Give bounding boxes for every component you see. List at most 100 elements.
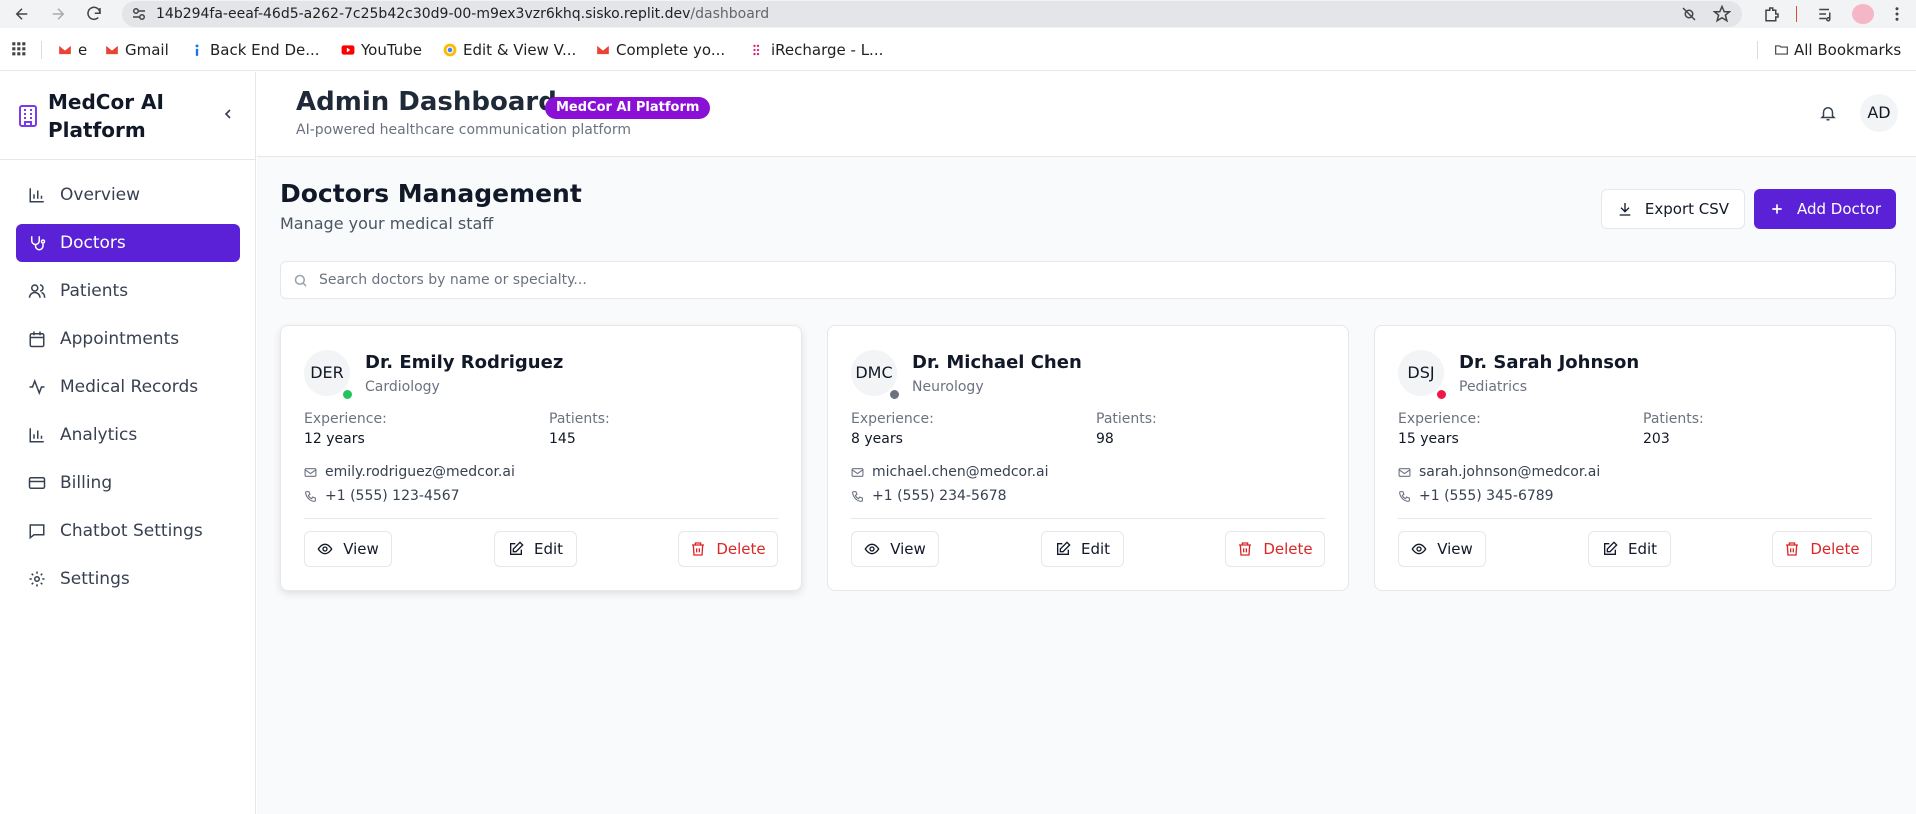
brand-name: MedCor AI Platform	[48, 90, 164, 142]
export-csv-button[interactable]: Export CSV	[1601, 189, 1745, 229]
delete-button[interactable]: Delete	[1225, 531, 1325, 567]
url-host: 14b294fa-eeaf-46d5-a262-7c25b42c30d9-00-…	[156, 6, 691, 22]
gmail-icon	[105, 43, 119, 57]
trash-icon	[1784, 541, 1800, 557]
menu-dots-icon[interactable]	[1888, 5, 1906, 23]
bookmark-item[interactable]: Back End De...	[190, 41, 320, 59]
bookmark-item[interactable]: e	[58, 41, 87, 59]
search-input[interactable]	[319, 270, 1879, 290]
sidebar-item-label: Appointments	[60, 329, 180, 349]
view-button[interactable]: View	[304, 531, 392, 567]
doctor-email: emily.rodriguez@medcor.ai	[304, 464, 515, 480]
section-subtitle: Manage your medical staff	[280, 214, 494, 233]
sidebar-item-label: Medical Records	[60, 377, 199, 397]
trash-icon	[690, 541, 706, 557]
site-info-icon[interactable]	[130, 5, 148, 23]
bookmark-separator	[1757, 41, 1758, 59]
card-divider	[304, 518, 778, 519]
experience-value: 15 years	[1398, 431, 1459, 447]
sidebar-item-label: Overview	[60, 185, 141, 205]
back-arrow-icon[interactable]	[13, 5, 31, 23]
edit-icon	[508, 541, 524, 557]
sidebar-item-patients[interactable]: Patients	[16, 272, 240, 310]
sidebar-item-medical-records[interactable]: Medical Records	[16, 368, 240, 406]
sidebar-item-doctors[interactable]: Doctors	[16, 224, 240, 262]
bookmark-item[interactable]: YouTube	[341, 41, 422, 59]
bookmark-separator	[41, 41, 42, 59]
sidebar-item-appointments[interactable]: Appointments	[16, 320, 240, 358]
mail-icon	[1398, 466, 1411, 479]
profile-avatar[interactable]	[1852, 4, 1874, 24]
experience-label: Experience:	[851, 411, 934, 427]
all-bookmarks[interactable]: All Bookmarks	[1774, 41, 1901, 59]
sidebar-item-billing[interactable]: Billing	[16, 464, 240, 502]
bar-chart-icon	[28, 186, 46, 204]
delete-label: Delete	[1810, 540, 1860, 558]
edit-button[interactable]: Edit	[1588, 531, 1671, 567]
doctor-card: DMC Dr. Michael Chen Neurology Experienc…	[827, 325, 1349, 591]
bell-icon[interactable]	[1819, 104, 1837, 122]
sidebar-item-settings[interactable]: Settings	[16, 560, 240, 598]
delete-button[interactable]: Delete	[1772, 531, 1872, 567]
brand: MedCor AI Platform	[0, 72, 256, 160]
bookmark-label: Complete yo...	[616, 41, 726, 59]
gmail-icon	[596, 43, 610, 57]
patients-label: Patients:	[1643, 411, 1704, 427]
patients-value: 98	[1096, 431, 1114, 447]
sidebar: MedCor AI Platform Overview Doctors Pati…	[0, 72, 256, 814]
sidebar-item-label: Doctors	[60, 233, 126, 253]
add-doctor-button[interactable]: Add Doctor	[1754, 189, 1896, 229]
credit-card-icon	[28, 474, 46, 492]
main-content: Doctors Management Manage your medical s…	[257, 157, 1916, 814]
sidebar-item-overview[interactable]: Overview	[16, 176, 240, 214]
search-icon	[293, 273, 308, 288]
edit-button[interactable]: Edit	[494, 531, 577, 567]
view-label: View	[890, 540, 926, 558]
email-text: michael.chen@medcor.ai	[872, 464, 1049, 480]
forward-arrow-icon[interactable]	[49, 5, 67, 23]
bookmark-item[interactable]: Gmail	[105, 41, 169, 59]
top-header: Admin Dashboard MedCor AI Platform AI-po…	[257, 72, 1916, 157]
doctor-name: Dr. Emily Rodriguez	[365, 352, 564, 373]
reload-icon[interactable]	[85, 5, 103, 23]
sidebar-item-label: Chatbot Settings	[60, 521, 203, 541]
experience-value: 12 years	[304, 431, 365, 447]
sidebar-item-analytics[interactable]: Analytics	[16, 416, 240, 454]
folder-icon	[1774, 43, 1788, 57]
doctor-email: michael.chen@medcor.ai	[851, 464, 1048, 480]
status-dot	[1435, 388, 1448, 401]
activity-icon	[28, 378, 46, 396]
phone-icon	[1398, 490, 1411, 503]
delete-button[interactable]: Delete	[678, 531, 778, 567]
users-icon	[28, 282, 46, 300]
phone-text: +1 (555) 234-5678	[872, 488, 1007, 504]
bookmark-item[interactable]: Complete yo...	[596, 41, 725, 59]
youtube-icon	[341, 43, 355, 57]
view-button[interactable]: View	[1398, 531, 1486, 567]
eye-icon	[1411, 541, 1427, 557]
url-text[interactable]: 14b294fa-eeaf-46d5-a262-7c25b42c30d9-00-…	[156, 6, 769, 22]
page-subtitle: AI-powered healthcare communication plat…	[296, 122, 631, 138]
view-label: View	[1437, 540, 1473, 558]
view-button[interactable]: View	[851, 531, 939, 567]
sidebar-item-label: Settings	[60, 569, 130, 589]
bookmark-item[interactable]: iRecharge - L...	[751, 41, 883, 59]
patients-value: 203	[1643, 431, 1670, 447]
doctor-name: Dr. Michael Chen	[912, 352, 1082, 373]
apps-grid-icon[interactable]	[11, 41, 26, 56]
sidebar-item-chatbot-settings[interactable]: Chatbot Settings	[16, 512, 240, 550]
tracking-off-icon[interactable]	[1680, 5, 1698, 23]
bookmark-item[interactable]: Edit & View V...	[443, 41, 576, 59]
chevron-left-icon[interactable]	[220, 106, 236, 122]
status-dot	[341, 388, 354, 401]
media-queue-icon[interactable]	[1817, 5, 1835, 23]
bookmark-label: e	[78, 41, 88, 59]
toolbar-separator	[1796, 6, 1797, 22]
doctor-card: DER Dr. Emily Rodriguez Cardiology Exper…	[280, 325, 802, 591]
phone-icon	[851, 490, 864, 503]
phone-text: +1 (555) 123-4567	[325, 488, 460, 504]
user-avatar[interactable]: AD	[1860, 94, 1898, 132]
bookmark-star-icon[interactable]	[1713, 5, 1731, 23]
extensions-icon[interactable]	[1763, 5, 1781, 23]
edit-button[interactable]: Edit	[1041, 531, 1124, 567]
